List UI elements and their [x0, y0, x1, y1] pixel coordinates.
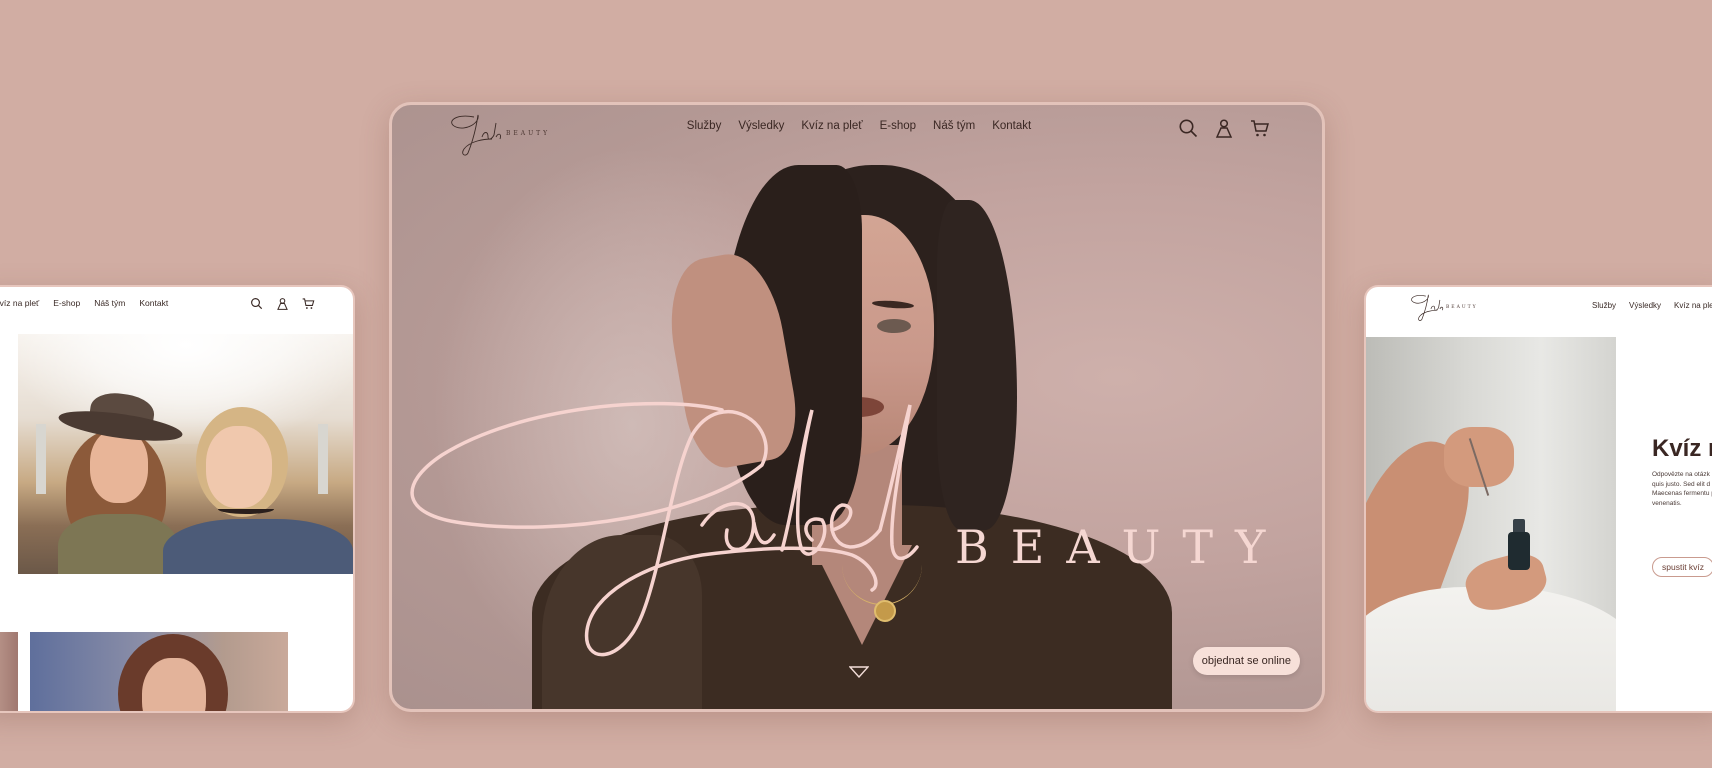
search-icon[interactable] [250, 297, 263, 310]
hero-wordmark: BEAUTY [955, 520, 1288, 574]
photo-partial [0, 632, 18, 711]
nav-item-contact[interactable]: Kontakt [992, 120, 1031, 132]
logo-wordmark: BEAUTY [1446, 305, 1478, 310]
left-preview-card: Kvíz na pleť E-shop Náš tým Kontakt [0, 285, 355, 713]
nav-item-services[interactable]: Služby [687, 120, 722, 132]
left-nav: Kvíz na pleť E-shop Náš tým Kontakt [0, 298, 168, 308]
site-logo[interactable]: BEAUTY [444, 109, 554, 159]
main-hero-card: BEAUTY Služby Výsledky Kvíz na pleť E-sh… [389, 102, 1325, 712]
nav-item-eshop[interactable]: E-shop [880, 120, 916, 132]
order-online-button[interactable]: objednat se online [1192, 647, 1300, 675]
right-preview-card: BEAUTY Služby Výsledky Kvíz na pleť Kvíz… [1364, 285, 1712, 713]
chevron-down-icon[interactable] [849, 666, 869, 678]
photo-two-friends [18, 334, 353, 574]
start-quiz-button[interactable]: spustit kvíz [1652, 557, 1712, 577]
user-icon[interactable] [1214, 118, 1234, 138]
nav-item-quiz[interactable]: Kvíz na pleť [0, 298, 39, 308]
header-icons [1178, 118, 1270, 138]
nav-item-team[interactable]: Náš tým [933, 120, 975, 132]
photo-serum-hand [1366, 337, 1616, 711]
cart-icon[interactable] [302, 297, 315, 310]
user-icon[interactable] [276, 297, 289, 310]
hero-signature [410, 401, 919, 657]
nav-item-contact[interactable]: Kontakt [139, 298, 168, 308]
nav-item-team[interactable]: Náš tým [94, 298, 125, 308]
nav-item-results[interactable]: Výsledky [1629, 301, 1661, 310]
quiz-heading: Kvíz n [1652, 435, 1712, 462]
quiz-description: Odpovězte na otázk Lorem ipsum dolor s q… [1652, 471, 1712, 507]
left-icons [250, 297, 315, 310]
site-logo[interactable]: BEAUTY [1406, 291, 1486, 323]
cart-icon[interactable] [1250, 118, 1270, 138]
nav-item-quiz[interactable]: Kvíz na pleť [801, 120, 862, 132]
logo-signature [451, 114, 501, 156]
nav-item-eshop[interactable]: E-shop [53, 298, 80, 308]
right-nav: Služby Výsledky Kvíz na pleť [1592, 301, 1712, 310]
nav-item-services[interactable]: Služby [1592, 301, 1616, 310]
photo-portrait [30, 632, 288, 711]
nav-item-results[interactable]: Výsledky [738, 120, 784, 132]
nav-item-quiz[interactable]: Kvíz na pleť [1674, 301, 1712, 310]
search-icon[interactable] [1178, 118, 1198, 138]
